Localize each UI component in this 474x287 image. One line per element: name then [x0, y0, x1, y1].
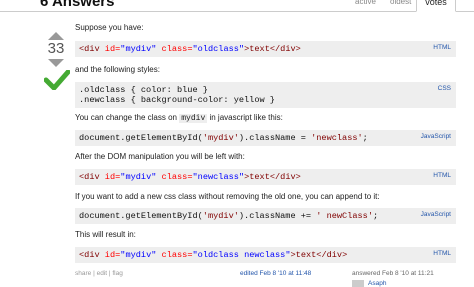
avatar[interactable]	[352, 280, 364, 287]
code-token: "mydiv"	[120, 172, 157, 182]
code-token: "mydiv"	[120, 44, 157, 54]
code-block-javascript: document.getElementById('mydiv').classNa…	[75, 208, 456, 224]
code-token: "mydiv"	[120, 250, 157, 260]
code-block-html: <div id="mydiv" class="newclass">text</d…	[75, 169, 456, 185]
paragraph-text: You can change the class on	[75, 113, 180, 122]
code-token: id=	[104, 250, 121, 260]
code-token: 'mydiv'	[202, 133, 239, 143]
tab-oldest[interactable]: oldest	[390, 0, 411, 6]
code-token: ;	[372, 211, 379, 221]
code-lang-label: HTML	[433, 44, 451, 51]
paragraph: After the DOM manipulation you will be l…	[75, 152, 245, 161]
flag-link[interactable]: flag	[112, 270, 122, 277]
paragraph: and the following styles:	[75, 65, 160, 74]
post-menu: share | edit | flag	[75, 270, 123, 277]
paragraph: Suppose you have:	[75, 23, 144, 32]
code-token: >text</div>	[244, 172, 301, 182]
code-token: ).className =	[238, 133, 312, 143]
code-token: "oldclass"	[192, 44, 245, 54]
paragraph: You can change the class on mydiv in jav…	[75, 113, 283, 123]
paragraph: If you want to add a new css class witho…	[75, 192, 380, 201]
code-token: ' newClass'	[316, 211, 373, 221]
code-token: class=	[156, 172, 193, 182]
code-lang-label: JavaScript	[420, 133, 451, 140]
code-token: document.getElementById(	[79, 211, 203, 221]
code-token: class=	[156, 250, 193, 260]
code-line: .newclass { background-color: yellow }	[79, 95, 275, 105]
tab-active[interactable]: active	[355, 0, 376, 6]
answers-count: 6 Answers	[40, 0, 115, 10]
code-token: ).className +=	[238, 211, 317, 221]
code-token: <div	[79, 250, 105, 260]
inline-code: mydiv	[179, 114, 208, 123]
code-lang-label: CSS	[437, 85, 451, 92]
code-block-html: <div id="mydiv" class="oldclass newclass…	[75, 247, 456, 263]
code-token: >text</div>	[290, 250, 348, 260]
code-token: <div	[79, 172, 105, 182]
edit-link[interactable]: edit	[97, 270, 107, 277]
code-token: 'newclass'	[311, 133, 363, 143]
code-token: "oldclass newclass"	[192, 250, 291, 260]
code-line: .oldclass { color: blue }	[79, 85, 208, 95]
share-link[interactable]: share	[75, 270, 91, 277]
code-lang-label: HTML	[433, 172, 451, 179]
paragraph-text: in javascript like this:	[207, 113, 283, 122]
user-name-link[interactable]: Asaph	[368, 280, 386, 287]
code-lang-label: HTML	[433, 250, 451, 257]
upvote-arrow-icon[interactable]	[48, 32, 64, 40]
code-token: "newclass"	[192, 172, 245, 182]
code-token: ;	[362, 133, 368, 143]
code-block-html: <div id="mydiv" class="oldclass">text</d…	[75, 41, 456, 57]
code-block-css: .oldclass { color: blue } .newclass { bac…	[75, 82, 456, 108]
code-block-javascript: document.getElementById('mydiv').classNa…	[75, 130, 456, 146]
code-lang-label: JavaScript	[420, 211, 451, 218]
answered-timestamp: answered Feb 8 '10 at 11:21	[352, 270, 434, 277]
paragraph: This will result in:	[75, 230, 136, 239]
answers-header: 6 Answers active oldest votes	[0, 0, 474, 12]
code-token: class=	[156, 44, 193, 54]
code-token: id=	[104, 172, 121, 182]
edited-timestamp[interactable]: edited Feb 8 '10 at 11:48	[240, 270, 311, 277]
tab-votes[interactable]: votes	[416, 0, 456, 12]
downvote-arrow-icon[interactable]	[48, 59, 64, 67]
code-token: id=	[104, 44, 121, 54]
accepted-checkmark-icon	[44, 70, 70, 90]
code-token: 'mydiv'	[202, 211, 239, 221]
vote-count: 33	[47, 40, 65, 57]
code-token: >text</div>	[244, 44, 301, 54]
code-token: <div	[79, 44, 105, 54]
code-token: document.getElementById(	[79, 133, 203, 143]
